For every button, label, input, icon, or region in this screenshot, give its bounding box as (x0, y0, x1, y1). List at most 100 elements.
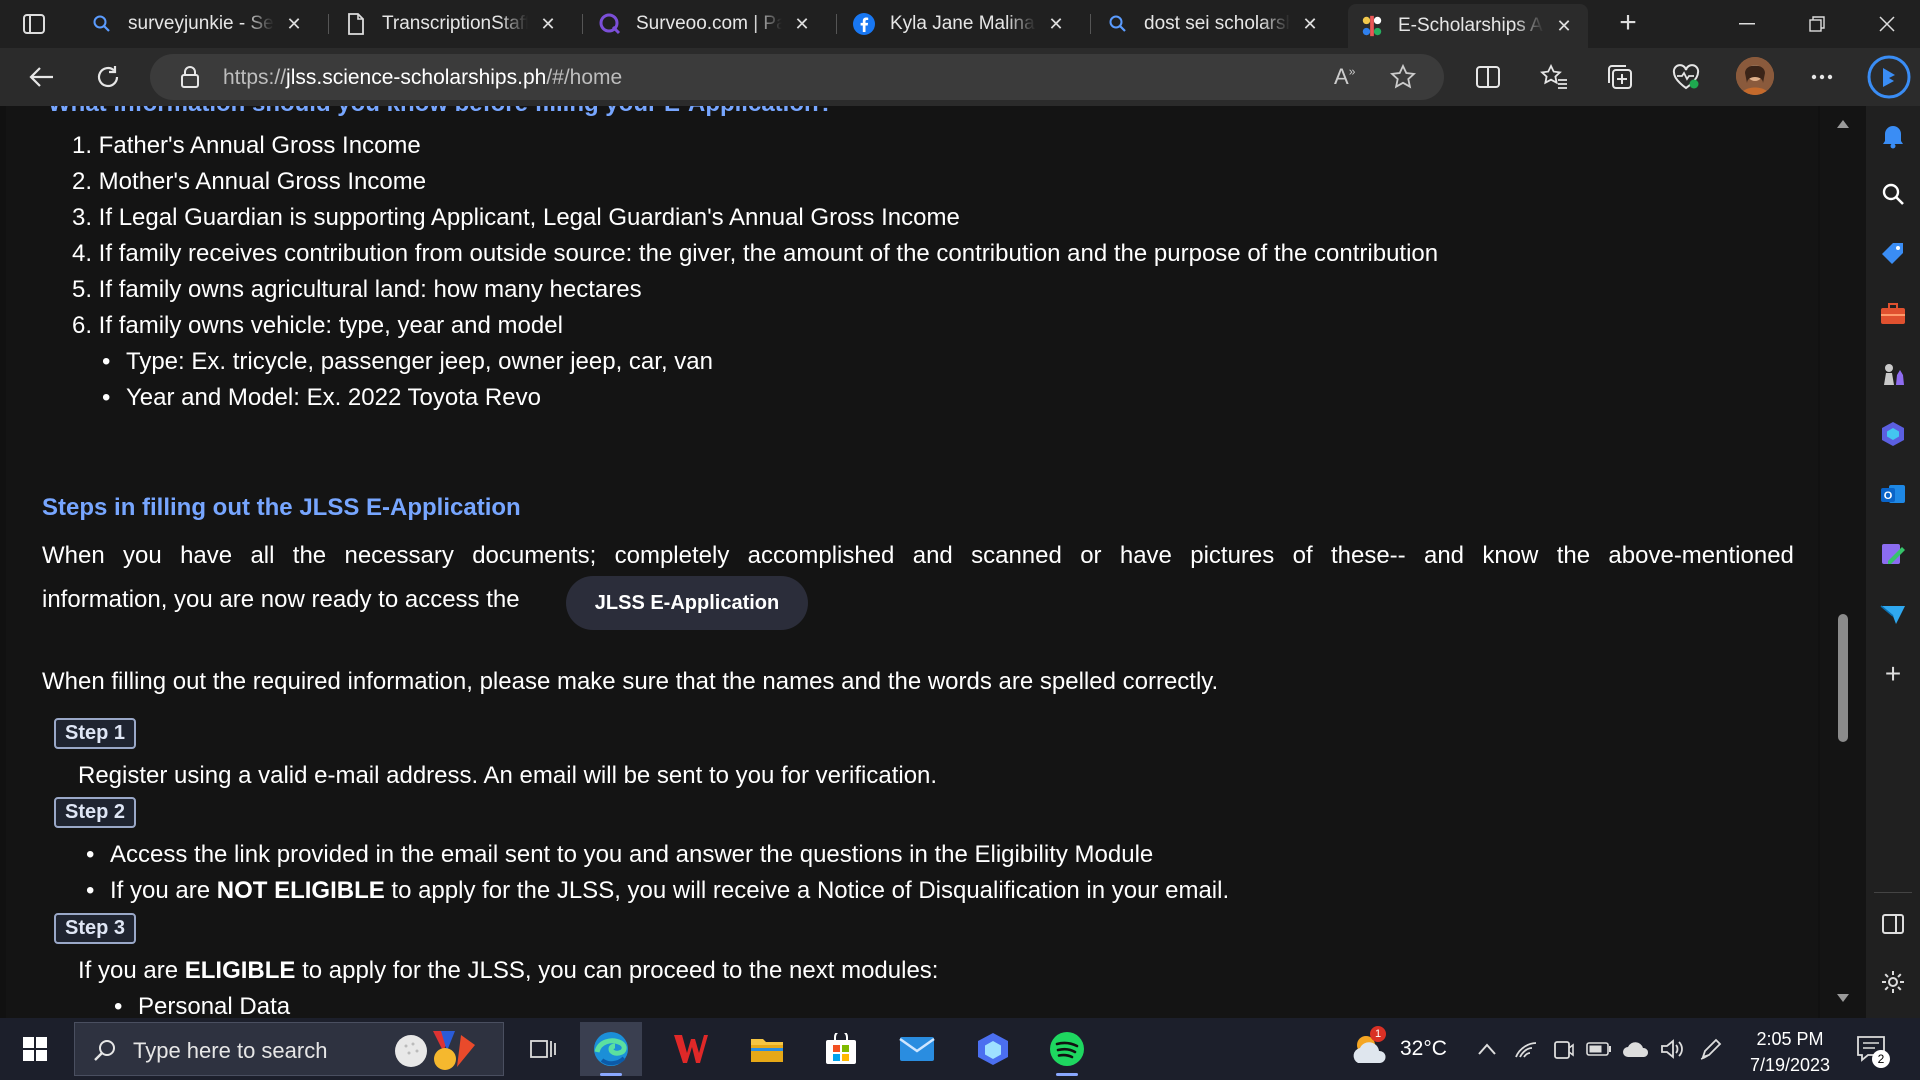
read-aloud-icon[interactable]: A» (1334, 64, 1355, 90)
tab-title: E-Scholarships Appl (1398, 15, 1544, 36)
scroll-up-arrow-icon[interactable] (1837, 120, 1849, 128)
close-tab-icon[interactable]: ✕ (536, 12, 560, 36)
search-icon (94, 1040, 115, 1061)
games-chess-icon[interactable] (1879, 360, 1907, 388)
scrollbar-thumb[interactable] (1838, 614, 1848, 742)
taskbar-power-automate-app[interactable] (962, 1022, 1024, 1076)
taskbar-microsoft-store-app[interactable] (810, 1022, 872, 1076)
tools-briefcase-icon[interactable] (1879, 300, 1907, 328)
emphasis: NOT ELIGIBLE (216, 877, 385, 904)
intro-paragraph-line1: When you have all the necessary document… (42, 542, 1794, 570)
restore-button[interactable] (1794, 8, 1840, 40)
battery-icon[interactable] (1586, 1018, 1612, 1080)
step-2-bullet-not-eligible: If you are NOT ELIGIBLE to apply for the… (86, 877, 1230, 905)
step-1-badge: Step 1 (54, 718, 137, 749)
close-tab-icon[interactable]: ✕ (1044, 12, 1068, 36)
bing-copilot-button[interactable] (1866, 54, 1912, 100)
taskbar-mail-app[interactable] (886, 1022, 948, 1076)
start-button[interactable] (4, 1022, 66, 1076)
text: to apply for the JLSS, you will receive … (384, 877, 1230, 904)
split-screen-button[interactable] (1470, 59, 1506, 95)
sidebar-settings-gear-icon[interactable] (1879, 968, 1907, 996)
close-window-button[interactable] (1864, 8, 1910, 40)
collections-button[interactable] (1602, 59, 1638, 95)
taskbar-spotify-app[interactable] (1036, 1022, 1098, 1076)
network-icon[interactable] (1514, 1018, 1538, 1080)
pen-workspace-icon[interactable] (1700, 1018, 1722, 1080)
step-2-bullet-link: Access the link provided in the email se… (86, 841, 1153, 869)
active-indicator (1056, 1073, 1078, 1076)
word: know (1482, 542, 1539, 569)
minimize-icon (1739, 23, 1755, 25)
tab-actions-button[interactable] (14, 10, 54, 38)
refresh-icon (97, 66, 119, 88)
tab-facebook[interactable]: Kyla Jane Malinao M ✕ (840, 4, 1080, 44)
taskbar-edge-app[interactable] (580, 1022, 642, 1076)
close-tab-icon[interactable]: ✕ (1552, 14, 1576, 38)
tab-transcriptionstaff[interactable]: TranscriptionStaff.com ✕ (332, 4, 572, 44)
wps-office-icon (674, 1035, 708, 1063)
page-icon (344, 12, 368, 36)
word: necessary (344, 542, 454, 569)
hide-sidebar-icon[interactable] (1879, 910, 1907, 938)
add-sidebar-app-icon[interactable]: + (1879, 658, 1907, 689)
microsoft-365-icon[interactable] (1879, 420, 1907, 448)
new-tab-button[interactable]: + (1612, 8, 1644, 38)
close-tab-icon[interactable]: ✕ (1298, 12, 1322, 36)
svg-text:O: O (1884, 490, 1893, 502)
url-scheme: https:// (223, 66, 287, 89)
close-tab-icon[interactable]: ✕ (282, 12, 306, 36)
word: of (1292, 542, 1313, 569)
list-item-agricultural-land: 5. If family owns agricultural land: how… (72, 276, 642, 303)
page-scrollbar[interactable] (1820, 106, 1866, 1018)
notification-bell-icon[interactable] (1879, 122, 1907, 150)
word: documents; (472, 542, 597, 569)
drop-editor-icon[interactable] (1879, 540, 1907, 568)
minimize-button[interactable] (1724, 8, 1770, 40)
jlss-e-application-button[interactable]: JLSS E-Application (566, 576, 808, 630)
tab-escholarships[interactable]: E-Scholarships Appl ✕ (1348, 4, 1588, 48)
edge-sidebar: O + (1866, 106, 1920, 1018)
system-clock[interactable]: 2:05 PM 7/19/2023 (1735, 1026, 1845, 1078)
text: If you are (78, 957, 185, 984)
task-view-button[interactable] (512, 1022, 574, 1076)
shopping-tag-icon[interactable] (1879, 240, 1907, 268)
tab-actions-icon (23, 14, 45, 34)
list-item-father-income: 1. Father's Annual Gross Income (72, 132, 421, 159)
volume-icon[interactable] (1660, 1018, 1686, 1080)
show-hidden-icons-button[interactable] (1478, 1018, 1496, 1080)
list-item-vehicle: 6. If family owns vehicle: type, year an… (72, 312, 563, 339)
back-arrow-icon (29, 67, 53, 87)
tab-surveyjunkie[interactable]: surveyjunkie - Search ✕ (78, 4, 318, 44)
taskbar-file-explorer-app[interactable] (736, 1022, 798, 1076)
onedrive-cloud-icon[interactable] (1622, 1018, 1650, 1080)
scroll-down-arrow-icon[interactable] (1837, 994, 1849, 1002)
favorite-star-icon[interactable] (1389, 63, 1417, 95)
taskbar-search-box[interactable]: Type here to search (74, 1022, 504, 1076)
outlook-icon[interactable]: O (1879, 480, 1907, 508)
avatar (1736, 57, 1774, 95)
refresh-button[interactable] (90, 59, 126, 95)
more-icon (1811, 74, 1833, 80)
taskbar-wps-office-app[interactable] (660, 1022, 722, 1076)
chevron-up-icon (1478, 1043, 1496, 1055)
tab-surveoo[interactable]: Surveoo.com | Paid ✕ (586, 4, 826, 44)
browser-essentials-button[interactable] (1668, 59, 1704, 95)
bing-chat-icon (1867, 55, 1911, 99)
heart-pulse-icon (1672, 64, 1700, 90)
meet-now-icon[interactable] (1552, 1018, 1574, 1080)
send-paper-plane-icon[interactable] (1879, 600, 1907, 628)
text: If you are (110, 877, 217, 904)
lock-icon[interactable] (180, 65, 200, 94)
address-bar[interactable]: https://jlss.science-scholarships.ph/#/h… (150, 54, 1444, 100)
tab-dost-search[interactable]: dost sei scholarship ✕ (1094, 4, 1334, 44)
favorites-button[interactable] (1536, 59, 1572, 95)
profile-avatar[interactable] (1736, 57, 1774, 95)
url-text[interactable]: https://jlss.science-scholarships.ph/#/h… (223, 66, 622, 90)
close-tab-icon[interactable]: ✕ (790, 12, 814, 36)
notification-center-button[interactable]: 2 (1856, 1018, 1890, 1080)
search-icon[interactable] (1879, 180, 1907, 208)
settings-more-button[interactable] (1804, 59, 1840, 95)
weather-widget[interactable]: 1 32°C (1350, 1018, 1447, 1080)
back-button[interactable] (24, 59, 60, 95)
